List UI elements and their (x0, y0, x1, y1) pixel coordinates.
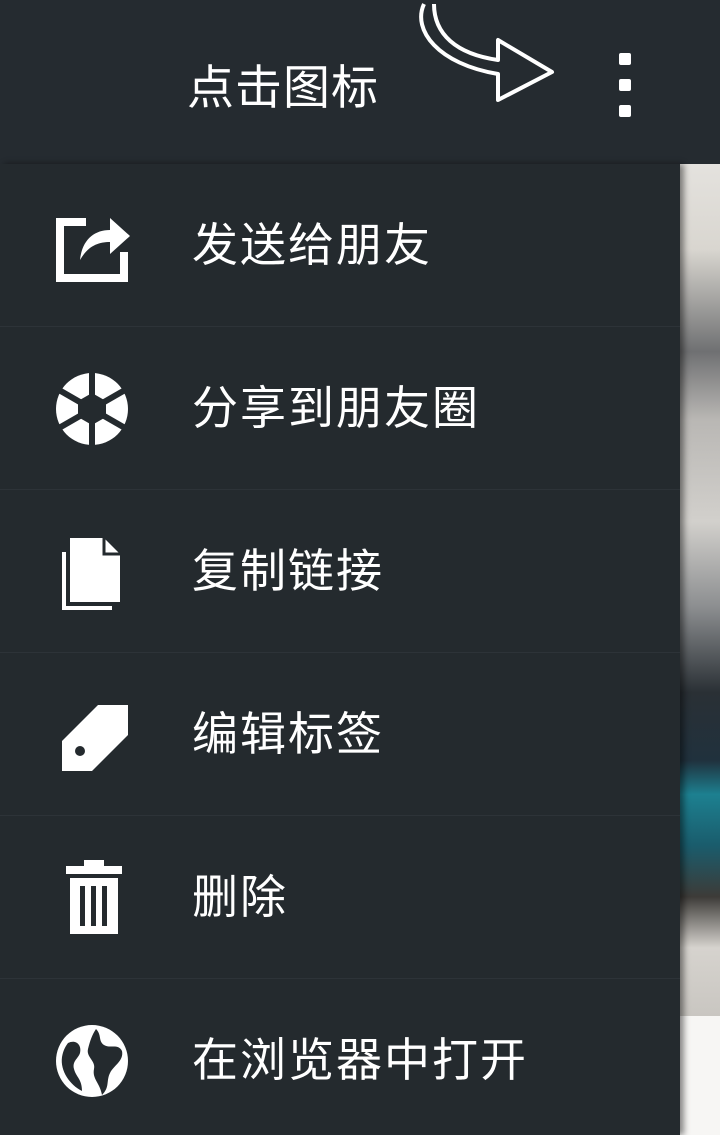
popup-menu: 发送给朋友 分享到朋友圈 复制链接 编辑标签 删除 在浏览器中打开 (0, 164, 680, 1135)
more-vert-icon (619, 53, 631, 65)
menu-item-copy-link[interactable]: 复制链接 (0, 490, 680, 653)
menu-item-label: 删除 (192, 870, 288, 924)
menu-item-share-moments[interactable]: 分享到朋友圈 (0, 327, 680, 490)
curved-arrow-icon (419, 3, 554, 102)
globe-icon (56, 1025, 128, 1097)
screen: 点击图标 发送给朋友 分享到朋友圈 复制链接 编辑标签 删除 在浏览器中打开 (0, 0, 720, 1135)
share-icon (56, 218, 130, 282)
menu-item-label: 在浏览器中打开 (192, 1033, 528, 1087)
menu-item-open-in-browser[interactable]: 在浏览器中打开 (0, 979, 680, 1135)
menu-item-label: 复制链接 (192, 544, 384, 598)
menu-item-label: 编辑标签 (192, 707, 384, 761)
trash-icon (66, 860, 122, 934)
menu-item-edit-tags[interactable]: 编辑标签 (0, 653, 680, 816)
background-photo (680, 164, 720, 1016)
menu-item-send-to-friend[interactable]: 发送给朋友 (0, 164, 680, 327)
top-bar: 点击图标 (0, 0, 720, 164)
menu-item-delete[interactable]: 删除 (0, 816, 680, 979)
tag-icon (62, 705, 128, 771)
menu-item-label: 发送给朋友 (192, 218, 432, 272)
menu-item-label: 分享到朋友圈 (192, 381, 480, 435)
hint-text: 点击图标 (187, 61, 379, 116)
copy-icon (62, 538, 120, 610)
overflow-menu-button[interactable] (600, 40, 650, 130)
aperture-icon (56, 371, 128, 447)
background-photo-lower (680, 1016, 720, 1135)
